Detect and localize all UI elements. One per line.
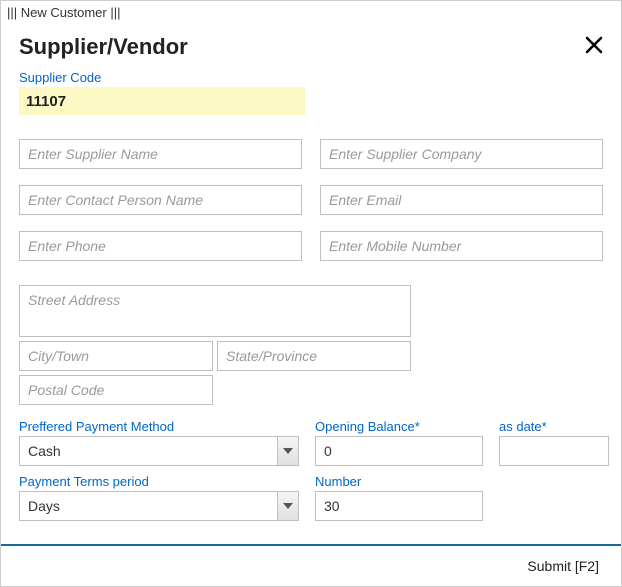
payment-method-label: Preffered Payment Method — [19, 419, 299, 434]
email-input[interactable] — [320, 185, 603, 215]
supplier-company-input[interactable] — [320, 139, 603, 169]
number-label: Number — [315, 474, 483, 489]
city-input[interactable] — [19, 341, 213, 371]
number-input[interactable] — [315, 491, 483, 521]
contact-person-input[interactable] — [19, 185, 302, 215]
submit-button[interactable]: Submit [F2] — [527, 558, 599, 574]
payment-terms-label: Payment Terms period — [19, 474, 299, 489]
payment-terms-select[interactable] — [19, 491, 299, 521]
opening-balance-label: Opening Balance* — [315, 419, 483, 434]
payment-terms-dropdown-button[interactable] — [277, 491, 299, 521]
mobile-input[interactable] — [320, 231, 603, 261]
chevron-down-icon — [283, 503, 293, 509]
close-icon — [585, 36, 603, 54]
supplier-code-label: Supplier Code — [19, 70, 603, 85]
window-title: ||| New Customer ||| — [1, 1, 621, 24]
street-address-input[interactable] — [19, 285, 411, 337]
page-title: Supplier/Vendor — [19, 34, 188, 60]
close-button[interactable] — [585, 36, 603, 58]
as-date-input[interactable] — [499, 436, 609, 466]
state-input[interactable] — [217, 341, 411, 371]
phone-input[interactable] — [19, 231, 302, 261]
footer: Submit [F2] — [1, 544, 621, 586]
payment-method-select[interactable] — [19, 436, 299, 466]
supplier-name-input[interactable] — [19, 139, 302, 169]
chevron-down-icon — [283, 448, 293, 454]
supplier-code-input[interactable] — [19, 87, 305, 115]
as-date-label: as date* — [499, 419, 609, 434]
opening-balance-input[interactable] — [315, 436, 483, 466]
postal-code-input[interactable] — [19, 375, 213, 405]
payment-method-dropdown-button[interactable] — [277, 436, 299, 466]
